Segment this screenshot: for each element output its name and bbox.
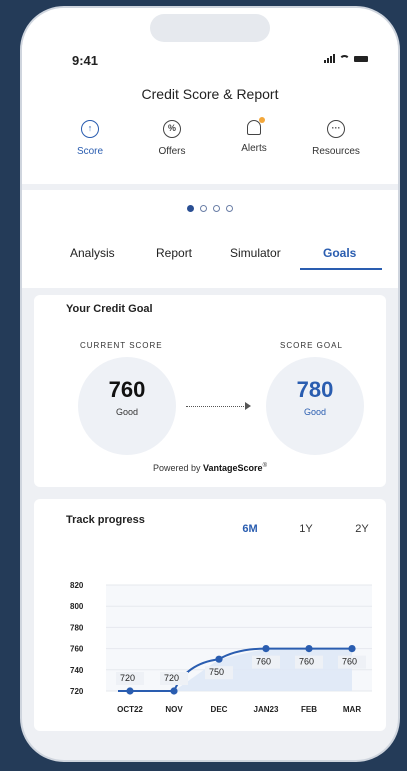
y-tick-label: 720 [70, 687, 84, 696]
powered-brand: VantageScore [203, 463, 263, 473]
tabs-panel: Analysis Report Simulator Goals [22, 190, 398, 288]
nav-label: Resources [312, 146, 360, 157]
powered-by: Powered by VantageScore® [34, 463, 386, 473]
x-tick-label: JAN23 [254, 705, 279, 714]
y-tick-label: 760 [70, 645, 84, 654]
dotted-arrow-icon [186, 402, 251, 410]
data-point [262, 645, 270, 653]
ellipsis-icon: ··· [327, 120, 345, 138]
goal-title: Your Credit Goal [66, 303, 153, 315]
active-tab-indicator [300, 268, 382, 270]
x-tick-label: DEC [211, 705, 228, 714]
page-title: Credit Score & Report [141, 86, 279, 102]
data-point [215, 655, 223, 663]
pager-dot[interactable] [187, 205, 194, 212]
nav-item-resources[interactable]: ··· Resources [296, 120, 376, 157]
y-tick-label: 820 [70, 581, 84, 590]
data-label: 760 [299, 657, 314, 667]
goal-score-value: 780 [296, 377, 334, 402]
phone-frame: 9:41 Credit Score & Report ↑ Score % Off… [20, 6, 400, 762]
tab-goals[interactable]: Goals [323, 246, 356, 260]
pager-dot[interactable] [200, 205, 207, 212]
data-label: 760 [256, 657, 271, 667]
data-point [126, 687, 134, 695]
x-tick-label: NOV [165, 705, 183, 714]
data-label: 720 [120, 673, 135, 683]
current-score-grade: Good [115, 407, 139, 417]
score-goal-label: SCORE GOAL [280, 341, 343, 350]
top-nav: ↑ Score % Offers Alerts ··· Resources [22, 117, 398, 170]
goal-score-circle[interactable]: 780 Good [266, 357, 364, 455]
current-score-value: 760 [108, 377, 146, 402]
nav-item-score[interactable]: ↑ Score [50, 120, 130, 157]
x-tick-label: MAR [343, 705, 361, 714]
current-score-circle: 760 Good [78, 357, 176, 455]
credit-goal-card: Your Credit Goal CURRENT SCORE SCORE GOA… [34, 295, 386, 487]
y-tick-label: 780 [70, 623, 84, 632]
pager-dot[interactable] [226, 205, 233, 212]
tab-analysis[interactable]: Analysis [70, 246, 115, 260]
data-label: 760 [342, 657, 357, 667]
goal-score-grade: Good [303, 407, 327, 417]
signal-icon [324, 54, 335, 63]
y-tick-label: 740 [70, 666, 84, 675]
data-point [348, 645, 356, 653]
data-label: 720 [164, 673, 179, 683]
y-tick-label: 800 [70, 602, 84, 611]
track-progress-card: Track progress 6M 1Y 2Y 720 740 760 780 800 8… [34, 499, 386, 731]
bell-icon [247, 117, 265, 135]
status-icons [324, 54, 368, 63]
nav-item-offers[interactable]: % Offers [132, 120, 212, 157]
x-tick-label: FEB [301, 705, 317, 714]
pager-dots [22, 205, 398, 212]
tab-bar: Analysis Report Simulator Goals [48, 246, 378, 270]
data-point [305, 645, 313, 653]
nav-item-alerts[interactable]: Alerts [214, 117, 294, 154]
powered-prefix: Powered by [153, 463, 204, 473]
status-time: 9:41 [72, 53, 99, 68]
data-point [170, 687, 178, 695]
nav-label: Offers [158, 146, 186, 157]
gauge-icon: ↑ [81, 120, 99, 138]
nav-label: Score [76, 146, 104, 157]
battery-icon [354, 55, 368, 62]
nav-label: Alerts [241, 143, 267, 154]
current-score-label: CURRENT SCORE [80, 341, 163, 350]
tab-report[interactable]: Report [156, 246, 192, 260]
registered-mark: ® [262, 463, 267, 469]
pager-dot[interactable] [213, 205, 220, 212]
data-label: 750 [209, 667, 224, 677]
notch [150, 14, 270, 42]
x-tick-label: OCT22 [117, 705, 143, 714]
tab-simulator[interactable]: Simulator [230, 246, 281, 260]
progress-chart: 720 740 760 780 800 820 720 720 750 760 760 760 OCT2… [70, 581, 372, 714]
percent-icon: % [163, 120, 181, 138]
wifi-icon [339, 54, 350, 63]
